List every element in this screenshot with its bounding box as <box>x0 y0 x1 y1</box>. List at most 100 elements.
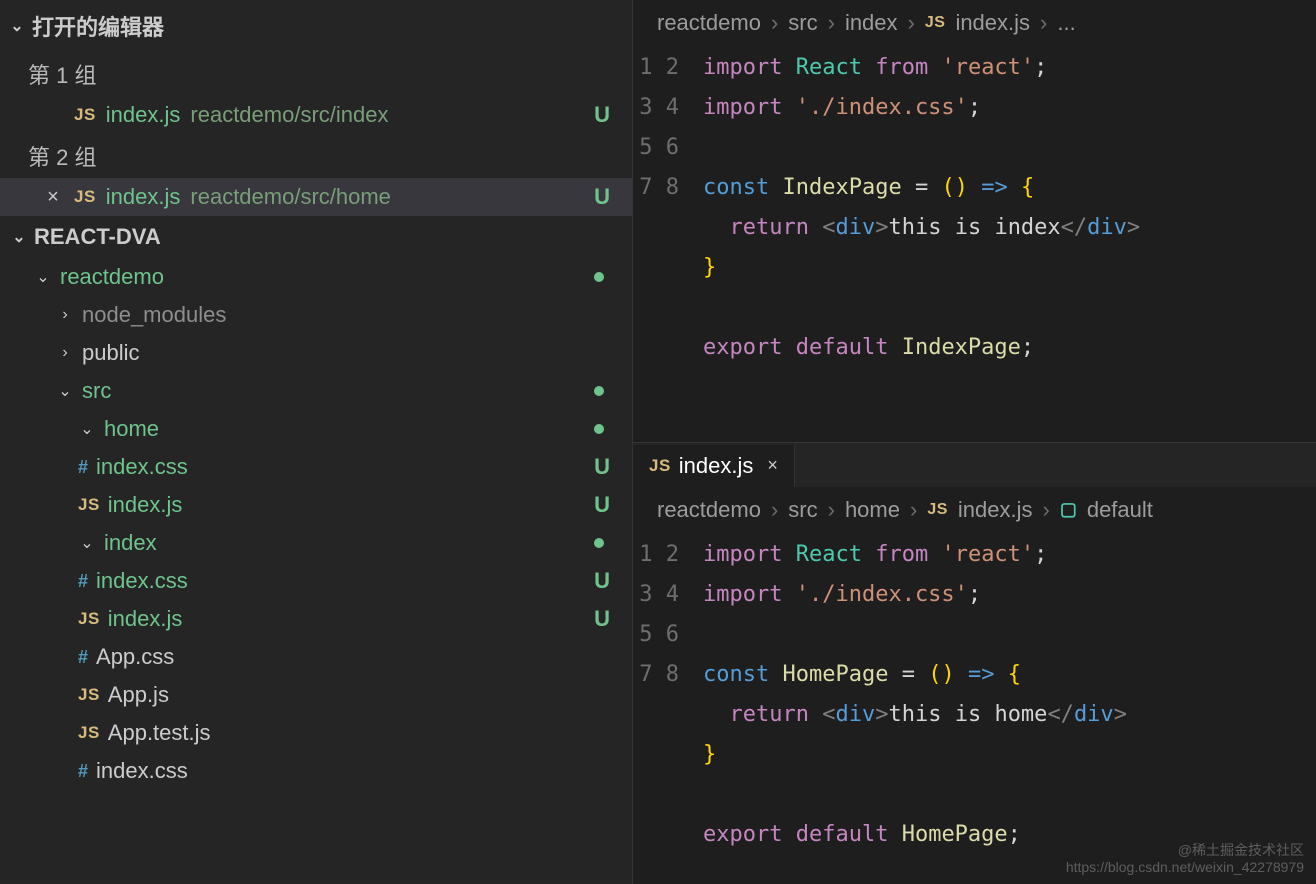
tree-item-label: App.css <box>96 644 174 670</box>
git-modified-dot-icon <box>594 386 604 396</box>
tree-item-label: reactdemo <box>60 264 164 290</box>
code-area[interactable]: 1 2 3 4 5 6 7 8 import React from 'react… <box>633 533 1316 863</box>
chevron-right-icon: › <box>908 10 915 36</box>
css-file-icon: # <box>78 761 88 782</box>
breadcrumb-segment[interactable]: default <box>1087 497 1153 523</box>
close-icon[interactable]: × <box>42 186 64 209</box>
open-editor-filepath: reactdemo/src/home <box>190 184 391 210</box>
tree-file[interactable]: JS index.js U <box>0 600 632 638</box>
tree-file[interactable]: # index.css <box>0 752 632 790</box>
tree-file[interactable]: # index.css U <box>0 562 632 600</box>
git-status-badge: U <box>594 454 610 480</box>
chevron-down-icon: ⌄ <box>78 419 96 439</box>
git-status-badge: U <box>594 606 610 632</box>
breadcrumb-segment[interactable]: index.js <box>955 10 1030 36</box>
tree-folder[interactable]: ⌄index <box>0 524 632 562</box>
chevron-down-icon: ⌄ <box>56 381 74 401</box>
js-file-icon: JS <box>927 501 948 519</box>
breadcrumb-segment[interactable]: home <box>845 497 900 523</box>
tree-file[interactable]: JS index.js U <box>0 486 632 524</box>
tree-item-label: index <box>104 530 157 556</box>
line-gutter: 1 2 3 4 5 6 7 8 <box>633 535 703 855</box>
open-editors-label: 打开的编辑器 <box>32 10 164 42</box>
sidebar: ⌄ 打开的编辑器 第 1 组JSindex.jsreactdemo/src/in… <box>0 0 632 884</box>
js-file-icon: JS <box>78 495 100 515</box>
chevron-down-icon: ⌄ <box>8 16 26 36</box>
open-editors-group-label: 第 2 组 <box>0 134 632 178</box>
chevron-right-icon: › <box>828 10 835 36</box>
code-content[interactable]: import React from 'react'; import './ind… <box>703 535 1316 855</box>
chevron-down-icon: ⌄ <box>34 267 52 287</box>
breadcrumb-segment[interactable]: src <box>788 497 817 523</box>
css-file-icon: # <box>78 571 88 592</box>
chevron-right-icon: › <box>56 306 74 324</box>
tree-file[interactable]: JS App.js <box>0 676 632 714</box>
watermark: @稀土掘金技术社区 https://blog.csdn.net/weixin_4… <box>1066 842 1304 876</box>
tree-item-label: index.css <box>96 758 188 784</box>
open-editor-item[interactable]: × JS index.js reactdemo/src/home U <box>0 178 632 216</box>
tree-item-label: index.js <box>108 606 183 632</box>
chevron-down-icon: ⌄ <box>10 227 28 247</box>
tree-folder[interactable]: ⌄ home <box>0 410 632 448</box>
editor-tab[interactable]: JS index.js × <box>633 445 795 487</box>
breadcrumb-segment[interactable]: reactdemo <box>657 10 761 36</box>
open-editors-header[interactable]: ⌄ 打开的编辑器 <box>0 0 632 52</box>
open-editor-item[interactable]: JSindex.jsreactdemo/src/indexU <box>0 96 632 134</box>
git-modified-dot-icon <box>594 272 604 282</box>
tree-folder[interactable]: › public <box>0 334 632 372</box>
editor-area: reactdemo › src › index › JS index.js ›... 1 2 3 … <box>632 0 1316 884</box>
breadcrumb-segment[interactable]: index <box>845 10 898 36</box>
js-file-icon: JS <box>74 105 96 125</box>
close-icon[interactable]: × <box>767 455 778 476</box>
breadcrumb-segment[interactable]: reactdemo <box>657 497 761 523</box>
tree-item-label: App.js <box>108 682 169 708</box>
tree-folder[interactable]: › node_modules <box>0 296 632 334</box>
breadcrumb[interactable]: reactdemo›src›index›JSindex.js›... <box>633 0 1316 46</box>
tree-folder[interactable]: ⌄ src <box>0 372 632 410</box>
tree-item-label: node_modules <box>82 302 226 328</box>
tree-file[interactable]: # App.css <box>0 638 632 676</box>
tree-item-label: home <box>104 416 159 442</box>
js-file-icon: JS <box>649 456 671 476</box>
tree-file[interactable]: # index.css U <box>0 448 632 486</box>
chevron-right-icon: › <box>56 344 74 362</box>
tree-item-label: src <box>82 378 111 404</box>
breadcrumb-segment[interactable]: index.js <box>958 497 1033 523</box>
breadcrumb-segment[interactable]: ... <box>1057 10 1075 36</box>
git-status-badge: U <box>594 184 610 210</box>
project-header[interactable]: ⌄ REACT-DVA <box>0 216 632 258</box>
tree-item-label: index.css <box>96 568 188 594</box>
git-status-badge: U <box>594 102 610 128</box>
tab-title: index.js <box>679 453 754 479</box>
editor-pane: reactdemo›src›index›JSindex.js›...1 2 3 … <box>633 0 1316 442</box>
chevron-right-icon: › <box>1040 10 1047 36</box>
editor-pane: JS index.js × reactdemo › src › home › JS index.js… <box>633 442 1316 884</box>
js-file-icon: JS <box>78 685 100 705</box>
git-status-badge: U <box>594 492 610 518</box>
css-file-icon: # <box>78 457 88 478</box>
symbol-icon: ▢ <box>1060 499 1077 520</box>
chevron-right-icon: › <box>910 497 917 523</box>
tab-bar: JS index.js × <box>633 443 1316 487</box>
tree-folder[interactable]: ⌄ reactdemo <box>0 258 632 296</box>
chevron-right-icon: › <box>771 497 778 523</box>
line-gutter: 1 2 3 4 5 6 7 8 <box>633 48 703 368</box>
code-content[interactable]: import React from 'react'; import './ind… <box>703 48 1316 368</box>
tree-item-label: public <box>82 340 139 366</box>
js-file-icon: JS <box>78 609 100 629</box>
git-status-badge: U <box>594 568 610 594</box>
css-file-icon: # <box>78 647 88 668</box>
code-area[interactable]: 1 2 3 4 5 6 7 8 import React from 'react… <box>633 46 1316 376</box>
breadcrumb[interactable]: reactdemo›src›home›JSindex.js›▢default <box>633 487 1316 533</box>
js-file-icon: JS <box>78 723 100 743</box>
open-editor-filepath: reactdemo/src/index <box>190 102 388 128</box>
tree-file[interactable]: JS App.test.js <box>0 714 632 752</box>
tree-item-label: App.test.js <box>108 720 211 746</box>
tree-item-label: index.js <box>108 492 183 518</box>
js-file-icon: JS <box>74 187 96 207</box>
tree-item-label: index.css <box>96 454 188 480</box>
git-modified-dot-icon <box>594 538 604 548</box>
open-editor-filename: index.js <box>106 184 181 210</box>
breadcrumb-segment[interactable]: src <box>788 10 817 36</box>
chevron-right-icon: › <box>1042 497 1049 523</box>
